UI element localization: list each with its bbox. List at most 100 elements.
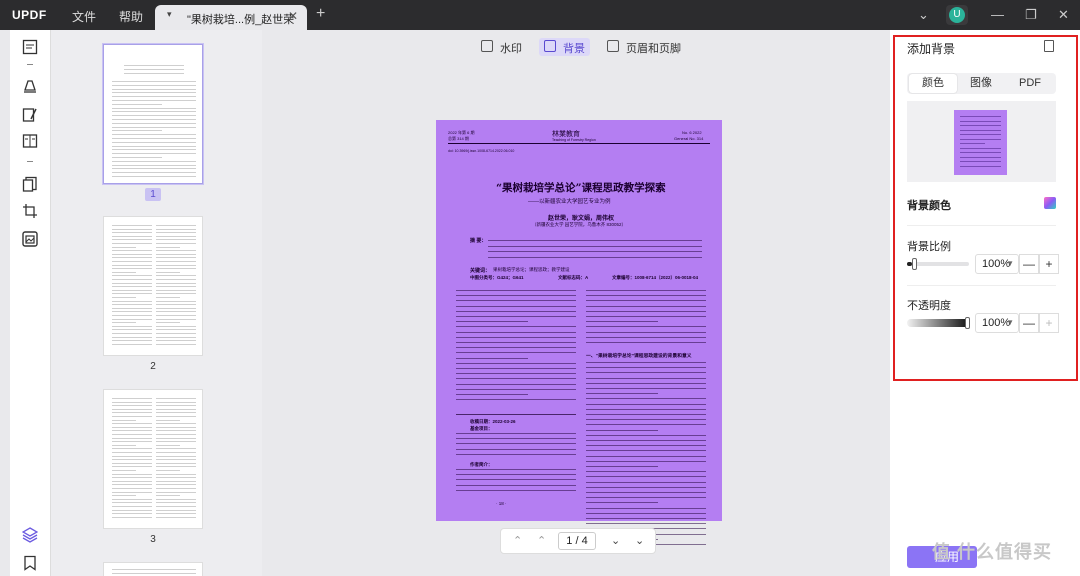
thumbnail-text-line [112, 293, 152, 295]
abstract-text-line [488, 256, 702, 258]
thumbnail-text-line [124, 65, 184, 66]
abstract-text-line [488, 240, 702, 241]
thumbnail-text-line [156, 401, 196, 403]
body-text-line [456, 336, 576, 338]
thumbnail-text-line [112, 261, 152, 262]
color-picker-button[interactable] [1044, 197, 1056, 209]
thumbnail-text-line [156, 343, 196, 345]
opacity-value-select[interactable]: 100% ▼ [975, 313, 1019, 333]
thumbnail-text-line [112, 232, 152, 234]
menu-help[interactable]: 帮助 [119, 8, 143, 25]
body-text-line [586, 429, 658, 431]
account-dropdown-icon[interactable]: ⌄ [918, 7, 929, 23]
menu-file[interactable]: 文件 [72, 8, 96, 25]
thumbnail-text-line [156, 257, 196, 259]
document-page[interactable]: 2022 年第 6 期 总第 314 期 林業教育 Teaching of Fo… [436, 120, 722, 545]
tab-color[interactable]: 颜色 [909, 74, 957, 93]
edit-text-icon[interactable] [22, 107, 38, 123]
close-window-button[interactable]: ✕ [1058, 7, 1069, 23]
page-tools-icon[interactable] [20, 229, 40, 249]
opacity-increase-button[interactable]: + [1039, 313, 1059, 333]
body-text-line [586, 388, 706, 389]
footnote-rule [456, 414, 576, 415]
ratio-value-select[interactable]: 100% ▼ [975, 254, 1019, 274]
thumbnail-text-line [112, 495, 136, 497]
tab-dropdown-icon[interactable]: ▾ [167, 9, 172, 20]
thumbnail-text-line [112, 405, 152, 407]
ratio-decrease-button[interactable]: — [1019, 254, 1039, 274]
watermark-button[interactable]: 水印 [476, 38, 527, 56]
thumbnail-text-line [112, 462, 152, 464]
panel-title: 添加背景 [907, 42, 956, 56]
page-thumbnail-4[interactable] [103, 562, 203, 576]
page-thumbnail-3[interactable] [103, 389, 203, 529]
ratio-slider-handle[interactable] [911, 258, 917, 270]
thumbnail-text-line [112, 491, 152, 493]
thumbnail-text-line [112, 336, 152, 338]
previous-page-icon[interactable]: ⌃ [537, 534, 546, 547]
header-total-issue: 总第 314 期 [448, 136, 469, 141]
preview-text-line [960, 116, 1001, 117]
panel-divider [907, 225, 1056, 226]
bookmark-icon[interactable] [22, 555, 38, 571]
body-text-line [586, 492, 706, 493]
layers-icon[interactable] [22, 527, 38, 543]
highlight-icon[interactable] [22, 77, 38, 93]
thumbnail-text-line [112, 138, 196, 139]
page-thumbnail-2[interactable] [103, 216, 203, 356]
add-tab-button[interactable]: + [316, 5, 325, 23]
body-text-line [586, 512, 706, 514]
last-page-icon[interactable]: ⌄ [635, 534, 644, 547]
reader-icon[interactable] [22, 39, 38, 55]
thumbnail-text-line [112, 307, 152, 309]
thumbnail-text-line [112, 408, 152, 410]
article-number: 文章编号：1008-6714（2022）06-0018-04 [612, 275, 699, 280]
thumbnail-text-line [112, 92, 196, 94]
body-text-line [456, 331, 576, 333]
fund-label: 基金项目： [470, 426, 493, 431]
first-page-icon[interactable]: ⌃ [513, 534, 522, 547]
minimize-button[interactable]: — [991, 7, 1004, 22]
body-text-line [456, 383, 576, 385]
page-thumbnail-1[interactable] [103, 44, 203, 184]
thumbnail-text-line [156, 466, 196, 468]
thumbnail-text-line [112, 279, 152, 280]
body-text-line [586, 331, 706, 333]
thumbnail-text-line [112, 480, 152, 482]
tab-pdf[interactable]: PDF [1006, 74, 1054, 93]
maximize-button[interactable]: ❐ [1025, 7, 1037, 23]
thumbnail-text-line [112, 416, 152, 417]
thumbnail-text-line [156, 462, 196, 464]
thumbnail-text-line [112, 126, 196, 128]
thumbnail-text-line [156, 448, 196, 450]
document-tab[interactable]: ▾ "果树栽培...例_赵世荣 ✕ [155, 5, 307, 30]
thumbnail-text-line [112, 516, 152, 518]
body-text-line [586, 414, 706, 415]
thumbnail-text-line [112, 318, 152, 320]
panel-document-icon[interactable] [1044, 40, 1054, 52]
header-footer-button[interactable]: 页眉和页脚 [602, 38, 686, 56]
body-text-line [456, 321, 528, 323]
tab-image[interactable]: 图像 [957, 74, 1005, 93]
thumbnail-text-line [112, 122, 196, 124]
body-text-line [586, 434, 706, 436]
next-page-icon[interactable]: ⌄ [611, 534, 620, 547]
opacity-slider-track[interactable] [907, 319, 969, 327]
opacity-decrease-button[interactable]: — [1019, 313, 1039, 333]
convert-icon[interactable] [22, 176, 38, 192]
body-text-line [586, 362, 706, 363]
thumbnail-text-line [156, 235, 196, 237]
avatar[interactable]: U [946, 5, 968, 25]
thumbnail-text-line [156, 405, 196, 407]
organize-icon[interactable] [22, 133, 38, 149]
page-number-input[interactable]: 1 / 4 [558, 532, 596, 550]
thumbnail-text-line [112, 107, 196, 109]
background-button[interactable]: 背景 [539, 38, 590, 56]
header-general-no: General No. 314 [674, 136, 704, 141]
thumbnail-text-line [112, 322, 136, 324]
crop-icon[interactable] [22, 203, 38, 219]
ratio-increase-button[interactable]: + [1039, 254, 1059, 274]
thumbnail-text-line [156, 275, 196, 277]
opacity-slider-handle[interactable] [965, 317, 970, 329]
tab-close-icon[interactable]: ✕ [288, 9, 298, 23]
